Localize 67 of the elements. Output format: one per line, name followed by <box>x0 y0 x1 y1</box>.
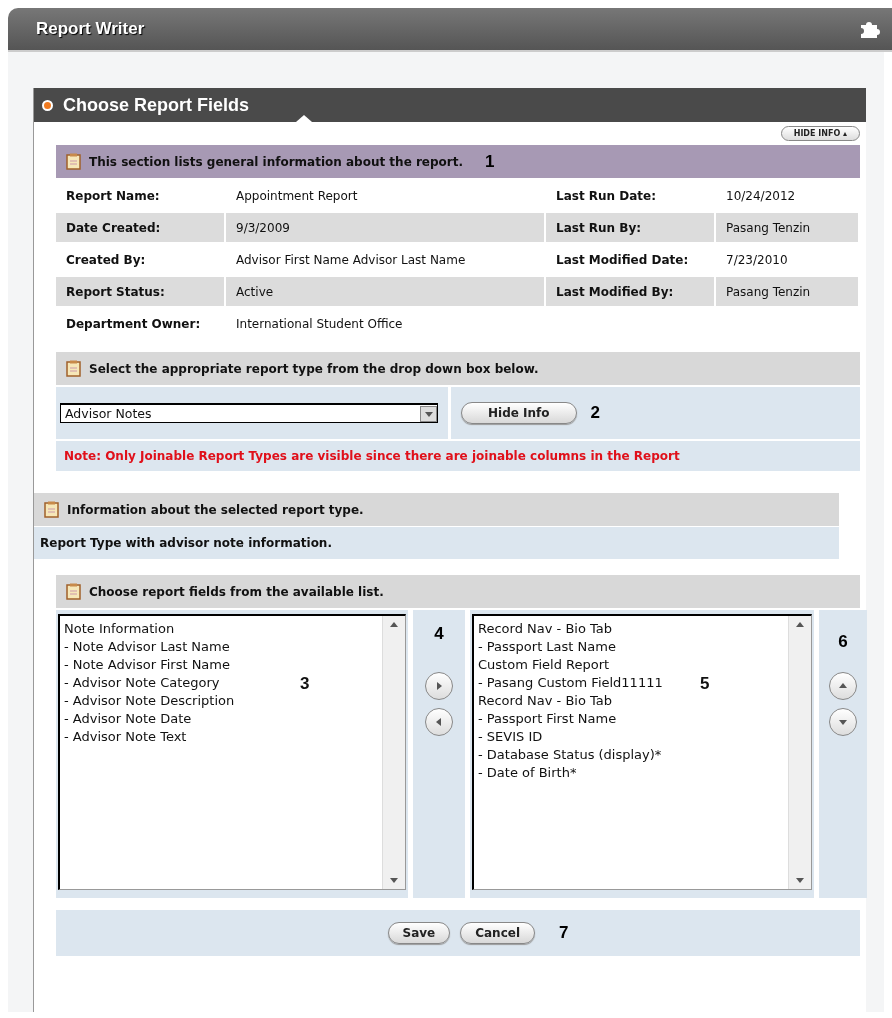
callout-number: 6 <box>838 632 848 652</box>
clipboard-icon <box>66 360 81 377</box>
scrollbar[interactable] <box>382 616 405 889</box>
remove-field-button[interactable] <box>425 708 453 736</box>
status-dot <box>42 99 53 111</box>
field-label: Last Run By: <box>546 213 714 242</box>
up-arrow-icon <box>838 681 848 691</box>
clipboard-icon <box>44 501 59 518</box>
save-button[interactable]: Save <box>387 922 451 944</box>
field-label: Date Created: <box>56 213 224 242</box>
add-field-button[interactable] <box>425 672 453 700</box>
cancel-button[interactable]: Cancel <box>460 922 535 944</box>
callout-number: 2 <box>590 403 600 423</box>
move-up-button[interactable] <box>829 672 857 700</box>
tab-pointer <box>296 115 312 122</box>
right-arrow-icon <box>434 681 444 691</box>
report-type-dropdown[interactable]: Advisor Notes <box>60 403 438 423</box>
panel-title: Choose Report Fields <box>63 94 250 116</box>
hide-info-button[interactable]: Hide Info <box>461 402 577 424</box>
list-item[interactable]: - Advisor Note Description <box>64 692 235 710</box>
list-item[interactable]: - Passport First Name <box>478 710 663 728</box>
list-item[interactable]: Note Information <box>64 620 235 638</box>
section-heading: Select the appropriate report type from the drop down box below. <box>89 361 539 376</box>
report-type-description: Report Type with advisor note information. <box>34 527 839 559</box>
list-box[interactable]: Note Information - Note Advisor Last Name - Note Advisor First Name - Advisor Note Category - Advisor Note Description - Advisor Note Date - Advisor Note Text 3 <box>58 614 406 890</box>
list-item[interactable]: - Note Advisor First Name <box>64 656 235 674</box>
scroll-down-icon <box>795 875 805 885</box>
list-item[interactable]: - Advisor Note Category <box>64 674 235 692</box>
callout-number: 7 <box>559 923 569 943</box>
field-value: Active <box>226 277 544 306</box>
callout-number: 4 <box>434 624 444 644</box>
list-box[interactable]: Record Nav - Bio Tab - Passport Last Name Custom Field Report - Pasang Custom Field11111 Record Nav - Bio Tab - Passport First Name - SEVIS ID - Database Status (display)* - Date of Birth* 5 <box>472 614 812 890</box>
scroll-down-icon <box>389 875 399 885</box>
list-item[interactable]: Record Nav - Bio Tab <box>478 620 663 638</box>
down-arrow-icon <box>838 717 848 727</box>
field-value: 9/3/2009 <box>226 213 544 242</box>
list-item[interactable]: - Passport Last Name <box>478 638 663 656</box>
window-title: Report Writer <box>36 19 145 39</box>
left-arrow-icon <box>434 717 444 727</box>
puzzle-icon <box>858 19 882 39</box>
section-heading: Choose report fields from the available list. <box>89 584 384 599</box>
list-item[interactable]: - Date of Birth* <box>478 764 663 782</box>
field-label: Report Status: <box>56 277 224 306</box>
callout-number: 3 <box>300 674 310 694</box>
clipboard-icon <box>66 153 81 170</box>
clipboard-icon <box>66 583 81 600</box>
section-heading: Information about the selected report type. <box>67 502 364 517</box>
list-item[interactable]: Custom Field Report <box>478 656 663 674</box>
scrollbar[interactable] <box>788 616 811 889</box>
list-item[interactable]: - Note Advisor Last Name <box>64 638 235 656</box>
scroll-up-icon <box>389 620 399 630</box>
field-value: Pasang Tenzin <box>716 277 858 306</box>
hide-info-button[interactable]: HIDE INFO ▴ <box>780 126 860 141</box>
list-item[interactable]: - Database Status (display)* <box>478 746 663 764</box>
list-item[interactable]: - Advisor Note Date <box>64 710 235 728</box>
field-value: Pasang Tenzin <box>716 213 858 242</box>
scroll-up-icon <box>795 620 805 630</box>
section-heading: This section lists general information about the report. <box>89 154 464 169</box>
list-item[interactable]: - SEVIS ID <box>478 728 663 746</box>
callout-number: 5 <box>700 674 710 694</box>
move-down-button[interactable] <box>829 708 857 736</box>
list-item[interactable]: Record Nav - Bio Tab <box>478 692 663 710</box>
warning-note: Note: Only Joinable Report Types are visible since there are joinable columns in the Report <box>56 441 860 471</box>
list-item[interactable]: - Advisor Note Text <box>64 728 235 746</box>
list-item[interactable]: - Pasang Custom Field11111 <box>478 674 663 692</box>
field-label: Last Modified By: <box>546 277 714 306</box>
callout-number: 1 <box>485 151 495 172</box>
